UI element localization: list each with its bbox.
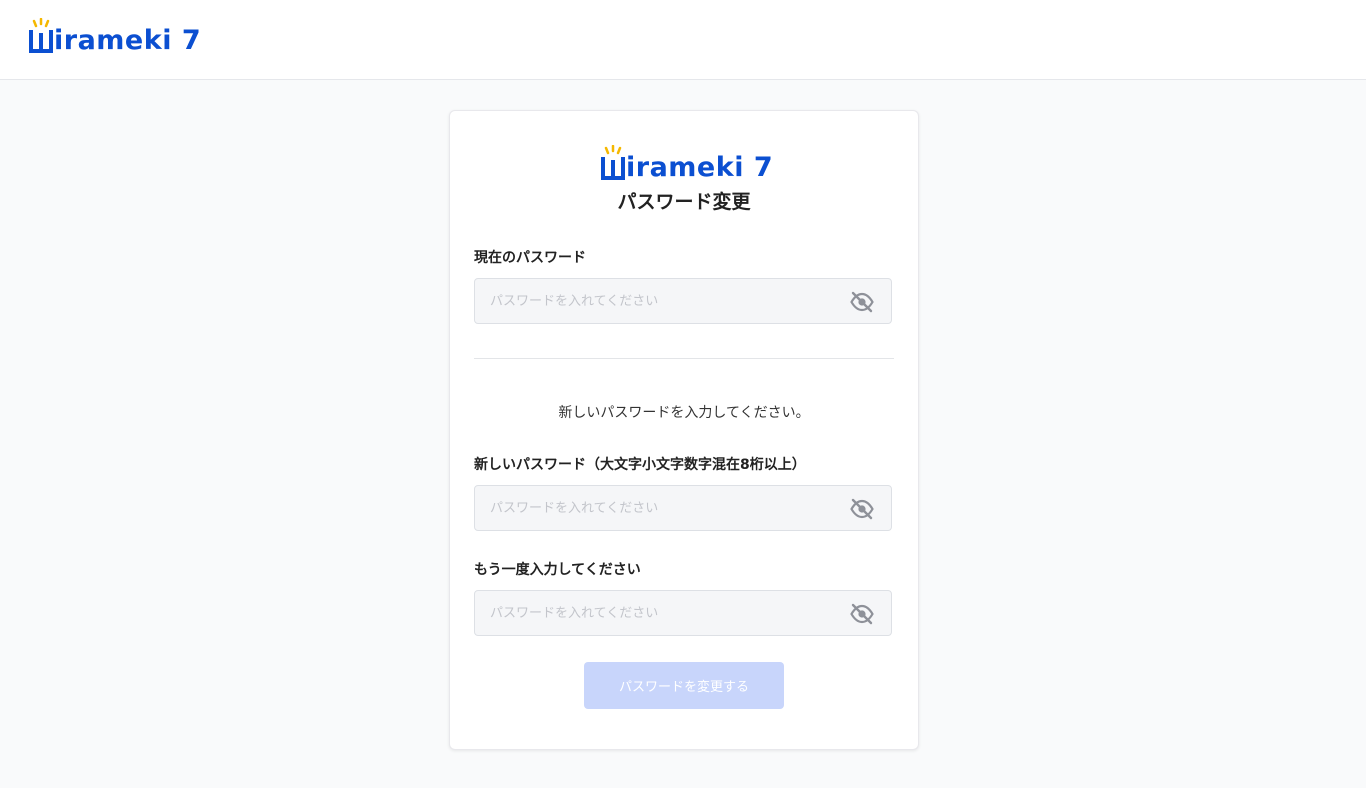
eye-slash-icon[interactable] (850, 291, 874, 313)
current-password-field (474, 278, 892, 324)
new-password-field (474, 485, 892, 531)
card-logo: irameki 7 (600, 145, 773, 181)
current-password-input[interactable] (475, 279, 835, 323)
page-title: パスワード変更 (617, 191, 751, 213)
confirm-password-label: もう一度入力してください (474, 562, 641, 578)
confirm-password-input[interactable] (475, 591, 835, 635)
current-password-label: 現在のパスワード (474, 250, 586, 266)
eye-slash-icon[interactable] (850, 603, 874, 625)
divider (474, 358, 894, 359)
header-logo[interactable]: irameki 7 (28, 18, 201, 54)
logo-text: irameki 7 (626, 152, 774, 183)
new-password-label: 新しいパスワード（大文字小文字数字混在8桁以上） (474, 457, 806, 473)
instruction-text: 新しいパスワードを入力してください。 (558, 405, 810, 421)
new-password-input[interactable] (475, 486, 835, 530)
eye-slash-icon[interactable] (850, 498, 874, 520)
password-change-card: irameki 7 パスワード変更 現在のパスワード 新しいパスワードを入力して… (449, 110, 919, 750)
logo-mark-icon (29, 18, 53, 53)
logo-text: irameki 7 (54, 25, 202, 56)
logo-mark-icon (601, 145, 625, 180)
top-bar: irameki 7 (0, 0, 1366, 80)
change-password-button[interactable]: パスワードを変更する (584, 662, 784, 709)
confirm-password-field (474, 590, 892, 636)
